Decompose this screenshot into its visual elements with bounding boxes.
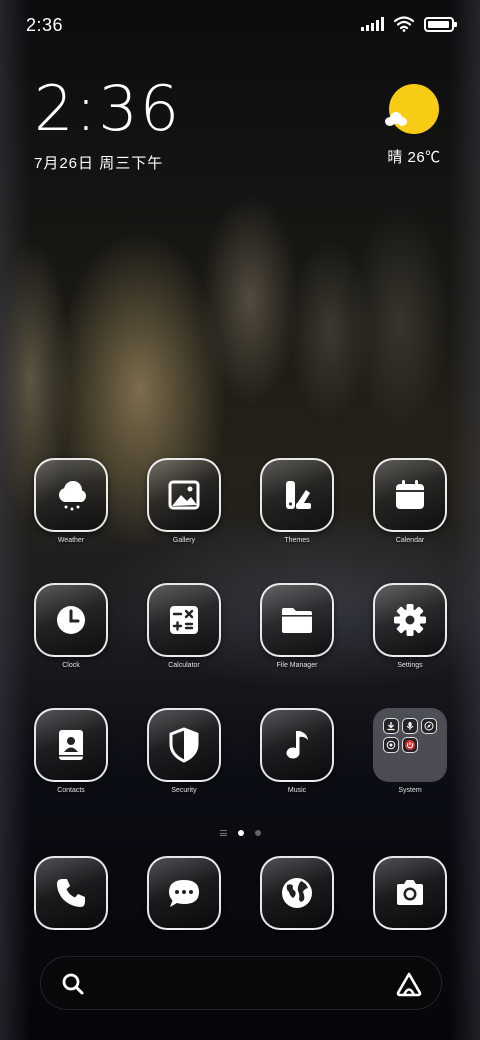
download-icon (383, 718, 399, 734)
status-bar: 2:36 (0, 0, 480, 50)
power-icon (402, 737, 418, 753)
weather-text: 晴 26℃ (387, 149, 441, 166)
assistant-icon[interactable] (395, 971, 423, 997)
page-dot[interactable] (237, 830, 244, 836)
image-icon (168, 480, 200, 510)
app-weather[interactable]: Weather (26, 458, 116, 544)
page-dot[interactable] (254, 830, 261, 836)
app-label: Contacts (57, 787, 85, 794)
status-time: 2:36 (26, 15, 64, 35)
app-calendar[interactable]: Calendar (365, 458, 455, 544)
music-note-icon (286, 731, 308, 759)
microphone-icon (402, 718, 418, 734)
app-themes[interactable]: Themes (252, 458, 342, 544)
dock-camera[interactable] (365, 856, 455, 930)
app-label: File Manager (276, 662, 318, 669)
dock-messages[interactable] (139, 856, 229, 930)
app-label: Themes (284, 537, 310, 544)
contacts-book-icon (59, 730, 83, 760)
weather-widget[interactable]: 晴 26℃ (384, 84, 444, 167)
calculator-icon (170, 606, 198, 634)
dock-browser[interactable] (252, 856, 342, 930)
shield-icon (169, 727, 199, 763)
app-contacts[interactable]: Contacts (26, 708, 116, 794)
search-bar[interactable] (40, 956, 442, 1010)
clock-widget[interactable]: 2:36 7月26日 周三下午 (34, 78, 181, 173)
clock-icon (57, 606, 85, 634)
app-calculator[interactable]: Calculator (139, 583, 229, 669)
app-file-manager[interactable]: File Manager (252, 583, 342, 669)
app-folder-system[interactable]: System (365, 708, 455, 794)
page-indicator[interactable] (0, 830, 480, 836)
battery-fill (428, 20, 449, 28)
globe-icon (282, 878, 312, 908)
battery-icon (424, 16, 457, 32)
app-label: Music (287, 787, 307, 794)
clock-widget-date: 7月26日 周三下午 (34, 155, 164, 172)
clock-widget-time: 2:36 (34, 72, 182, 145)
app-security[interactable]: Security (139, 708, 229, 794)
camera-icon (397, 880, 423, 905)
brush-icon (286, 481, 311, 509)
sun-cloud-icon (385, 84, 439, 134)
app-settings[interactable]: Settings (365, 583, 455, 669)
menu-lines-icon (219, 830, 227, 836)
status-icons (361, 16, 457, 32)
scan-icon (383, 737, 399, 753)
search-icon[interactable] (61, 972, 85, 996)
folder-icon (282, 608, 312, 633)
phone-icon (57, 879, 85, 907)
app-gallery[interactable]: Gallery (139, 458, 229, 544)
app-label: Security (171, 787, 197, 794)
dock-phone[interactable] (26, 856, 116, 930)
message-icon (169, 880, 199, 907)
folder-group-icon (373, 708, 447, 782)
app-clock[interactable]: Clock (26, 583, 116, 669)
app-music[interactable]: Music (252, 708, 342, 794)
compass-icon (421, 718, 437, 734)
app-label: Calendar (395, 537, 425, 544)
cloud-rain-icon (59, 481, 86, 511)
app-label: Weather (57, 537, 85, 544)
app-label: Settings (397, 662, 423, 669)
app-label: Gallery (172, 537, 196, 544)
wifi-icon (394, 16, 414, 32)
app-label: Calculator (168, 662, 200, 669)
signal-icon (361, 17, 384, 31)
gear-icon (394, 604, 426, 636)
calendar-icon (396, 480, 424, 509)
app-label: System (398, 787, 422, 794)
app-label: Clock (62, 662, 80, 669)
